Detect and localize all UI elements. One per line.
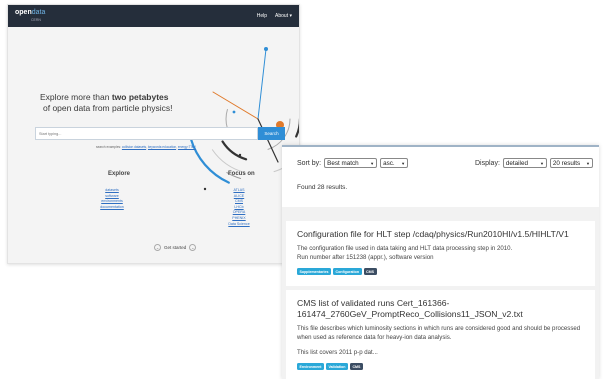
result-description-2: Run number after 151238 (appr.), softwar… [297, 254, 434, 261]
result-title-link[interactable]: Configuration file for HLT step /cdaq/ph… [297, 229, 584, 240]
help-link[interactable]: Help [257, 13, 267, 19]
logo-cern-text: CERN [31, 17, 41, 22]
get-started-button[interactable]: ⌄ Get started ⌄ [154, 244, 197, 251]
headline-prefix: Explore more than [40, 92, 112, 102]
focus-link-data-science[interactable]: Data Science [228, 222, 249, 228]
chevron-down-icon: ▼ [401, 160, 406, 166]
chevron-down-icon: ⌄ [189, 244, 197, 251]
results-per-page-value: 20 results [552, 159, 581, 167]
search-input[interactable] [35, 127, 258, 140]
headline-bold: two petabytes [111, 92, 169, 102]
particle-dot-small [232, 110, 236, 114]
chevron-down-icon: ▼ [370, 160, 375, 166]
explore-links: datasets software environments documenta… [92, 188, 132, 210]
chevron-down-icon: ▼ [539, 160, 544, 166]
display-label: Display: [475, 159, 500, 167]
opendata-portal-window: opendata CERN Help About ▾ Explore more … [7, 4, 300, 264]
search-button[interactable]: Search [258, 127, 285, 140]
headline-line2: of open data from particle physics! [43, 103, 173, 113]
sort-controls: Sort by: Best match ▼ asc. ▼ [297, 158, 409, 168]
track-line-left [212, 91, 259, 120]
examples-label: search examples: [96, 145, 121, 149]
results-per-page-select[interactable]: 20 results ▼ [549, 158, 593, 168]
display-select-value: detailed [505, 159, 528, 167]
tag-badge[interactable]: CMS [363, 268, 377, 275]
sort-select-value: Best match [327, 159, 359, 167]
results-count: Found 28 results. [297, 184, 348, 191]
about-label: About [275, 13, 289, 19]
track-line-down [257, 118, 279, 163]
particle-dot-blue [264, 47, 268, 51]
result-tags: Supplementaries Configuration CMS [297, 268, 584, 275]
chevron-down-icon: ⌄ [154, 244, 161, 251]
sort-select[interactable]: Best match ▼ [324, 158, 378, 168]
result-description: This file describes which luminosity sec… [297, 325, 581, 341]
example-link-energy[interactable]: energy:7TeV [178, 145, 196, 149]
caret-down-icon: ▾ [289, 13, 292, 19]
tag-badge[interactable]: Configuration [332, 268, 362, 275]
particle-dot-dark-2 [203, 187, 207, 191]
result-description: The configuration file used in data taki… [297, 245, 513, 252]
result-title-link[interactable]: CMS list of validated runs Cert_161366-1… [297, 298, 584, 320]
tag-badge[interactable]: Validation [325, 363, 348, 370]
logo-data-text: data [31, 8, 46, 16]
search-examples: search examples: collision datasets, key… [96, 145, 196, 149]
search-bar: Search [35, 127, 285, 140]
result-tags: Environment Validation CMS [297, 363, 584, 370]
search-results-window: Sort by: Best match ▼ asc. ▼ Display: deta… [282, 145, 599, 379]
display-select[interactable]: detailed ▼ [502, 158, 547, 168]
track-line-up [257, 48, 267, 120]
tag-badge[interactable]: Environment [297, 363, 324, 370]
about-menu[interactable]: About ▾ [275, 13, 292, 19]
explore-heading: Explore [108, 171, 131, 177]
chevron-down-icon: ▼ [585, 160, 590, 166]
explore-link-documentation[interactable]: documentation [100, 205, 124, 211]
example-link-education[interactable]: keywords:education [148, 145, 176, 149]
tag-badge[interactable]: CMS [349, 363, 363, 370]
logo-open-text: open [15, 8, 32, 16]
focus-links: ATLAS ALICE CMS LHCb OPERA PHENIX Data S… [219, 188, 259, 227]
tag-badge[interactable]: Supplementaries [297, 268, 331, 275]
top-navbar: opendata CERN Help About ▾ [8, 5, 299, 27]
particle-dot-dark [238, 153, 242, 157]
get-started-label: Get started [164, 245, 187, 250]
result-card: CMS list of validated runs Cert_161366-1… [286, 290, 595, 379]
sort-label: Sort by: [297, 159, 322, 167]
order-select-value: asc. [383, 159, 395, 167]
focus-heading: Focus on [228, 171, 255, 177]
result-card: Configuration file for HLT step /cdaq/ph… [286, 221, 595, 286]
example-link-collision[interactable]: collision datasets [122, 145, 146, 149]
result-description-2: This list covers 2011 p-p dat... [297, 349, 378, 356]
order-select[interactable]: asc. ▼ [380, 158, 409, 168]
hero-headline: Explore more than two petabytes of open … [40, 92, 172, 114]
opendata-logo[interactable]: opendata CERN [15, 9, 45, 24]
top-nav-links: Help About ▾ [257, 13, 292, 19]
results-toolbar: Sort by: Best match ▼ asc. ▼ Display: deta… [282, 147, 599, 207]
display-controls: Display: detailed ▼ 20 results ▼ [475, 158, 593, 168]
